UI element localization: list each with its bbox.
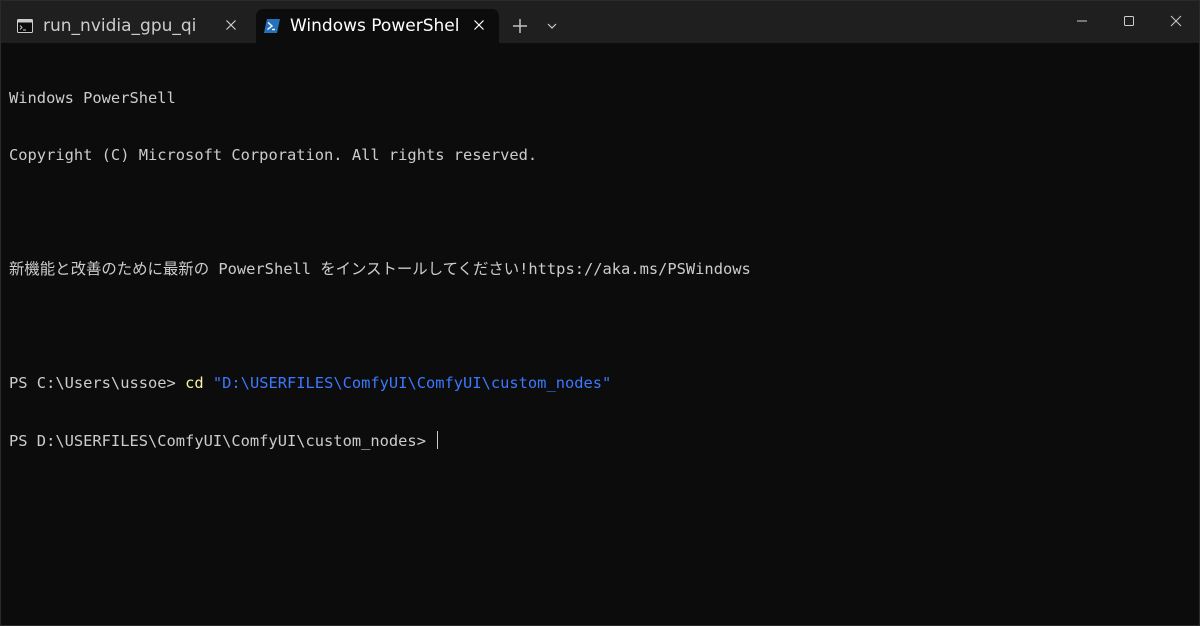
banner-title: Windows PowerShell xyxy=(9,89,176,107)
tab-title: run_nvidia_gpu_qi xyxy=(43,16,197,36)
chevron-down-icon xyxy=(547,23,557,29)
close-icon[interactable] xyxy=(471,17,487,33)
tab-dropdown-button[interactable] xyxy=(539,11,565,41)
prompt: PS C:\Users\ussoe> xyxy=(9,374,186,392)
tab-title: Windows PowerShell xyxy=(290,16,460,36)
new-tab-button[interactable] xyxy=(505,11,535,41)
close-icon xyxy=(1170,15,1182,27)
maximize-button[interactable] xyxy=(1106,1,1152,41)
close-icon[interactable] xyxy=(223,17,239,33)
prompt: PS D:\USERFILES\ComfyUI\ComfyUI\custom_n… xyxy=(9,432,436,450)
terminal-output[interactable]: Windows PowerShell Copyright (C) Microso… xyxy=(1,43,1199,625)
close-window-button[interactable] xyxy=(1153,1,1199,41)
powershell-icon xyxy=(264,18,280,34)
tab-windows-powershell[interactable]: Windows PowerShell xyxy=(256,9,499,43)
install-notice: 新機能と改善のために最新の PowerShell をインストールしてください!h… xyxy=(9,260,751,278)
command-name: cd xyxy=(185,374,204,392)
terminal-icon xyxy=(17,18,33,34)
copyright-line: Copyright (C) Microsoft Corporation. All… xyxy=(9,146,538,164)
command-line: PS C:\Users\ussoe> cd "D:\USERFILES\Comf… xyxy=(9,374,1199,393)
current-prompt-line: PS D:\USERFILES\ComfyUI\ComfyUI\custom_n… xyxy=(9,431,1199,450)
minimize-icon xyxy=(1077,20,1087,22)
tab-run-nvidia-gpu[interactable]: run_nvidia_gpu_qi xyxy=(7,9,251,43)
plus-icon xyxy=(513,19,527,33)
terminal-window: run_nvidia_gpu_qi Windows PowerShell Win… xyxy=(0,0,1200,626)
maximize-icon xyxy=(1124,16,1134,26)
minimize-button[interactable] xyxy=(1059,1,1105,41)
command-argument: "D:\USERFILES\ComfyUI\ComfyUI\custom_nod… xyxy=(203,374,612,392)
tab-strip: run_nvidia_gpu_qi Windows PowerShell xyxy=(1,1,1199,43)
text-cursor xyxy=(437,431,439,449)
